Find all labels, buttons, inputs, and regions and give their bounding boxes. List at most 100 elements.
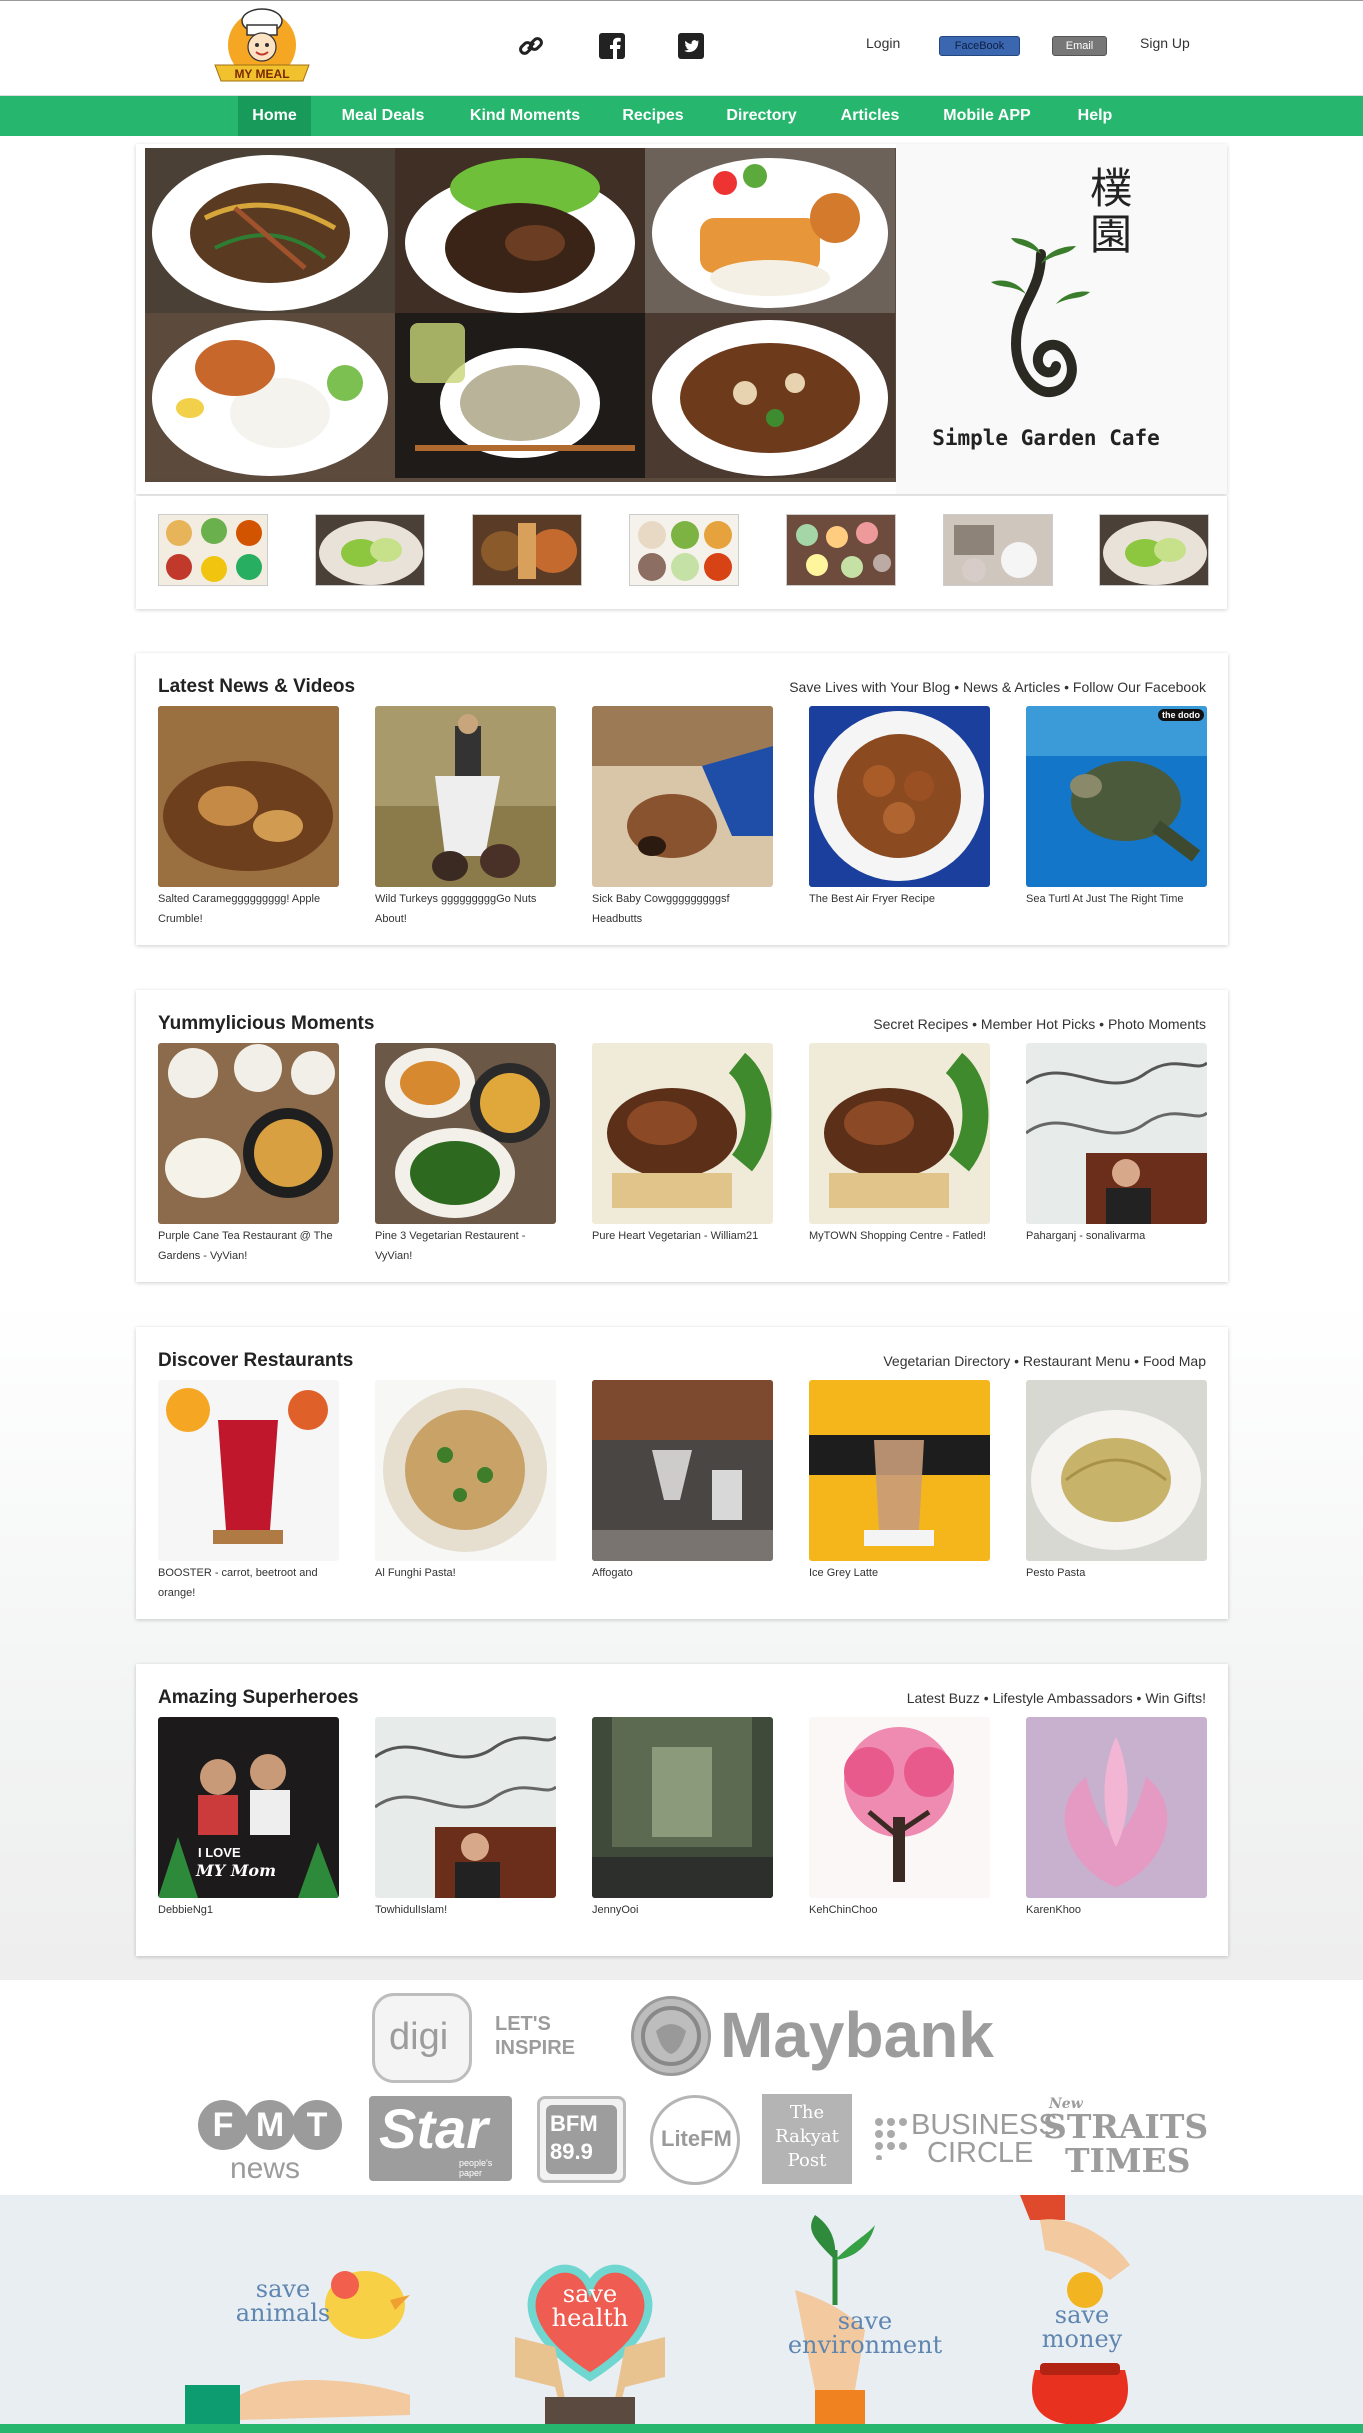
card-caption[interactable]: Pesto Pasta [1026, 1563, 1207, 1583]
nav-kind-moments[interactable]: Kind Moments [459, 96, 591, 136]
news-card[interactable]: Sick Baby Cowgggggggggsf Headbutts [592, 706, 773, 929]
hero-thumbnail[interactable] [158, 514, 268, 586]
card-image[interactable] [592, 1043, 773, 1224]
signup-link[interactable]: Sign Up [1140, 35, 1190, 51]
restaurant-card[interactable]: Ice Grey Latte [809, 1380, 990, 1583]
business-circle-logo[interactable]: BUSINESS CIRCLE [873, 2108, 1058, 2168]
twitter-icon[interactable] [674, 29, 708, 63]
digi-logo[interactable]: digi [372, 1993, 472, 2083]
restaurant-card[interactable]: Affogato [592, 1380, 773, 1583]
section-links[interactable]: Save Lives with Your Blog • News & Artic… [789, 679, 1206, 695]
facebook-icon[interactable] [595, 29, 629, 63]
restaurant-card[interactable]: Pesto Pasta [1026, 1380, 1207, 1583]
section-links[interactable]: Secret Recipes • Member Hot Picks • Phot… [873, 1016, 1206, 1032]
news-card[interactable]: Salted Carameggggggggg! Apple Crumble! [158, 706, 339, 929]
save-animals-text[interactable]: save animals [228, 2277, 338, 2325]
section-links[interactable]: Vegetarian Directory • Restaurant Menu •… [883, 1353, 1206, 1369]
save-money-text[interactable]: save money [1022, 2303, 1142, 2351]
card-image[interactable] [375, 1380, 556, 1561]
card-caption[interactable]: Sea Turtl At Just The Right Time [1026, 889, 1207, 909]
link-icon[interactable] [514, 29, 548, 63]
card-image[interactable] [809, 706, 990, 887]
card-caption[interactable]: BOOSTER - carrot, beetroot and orange! [158, 1563, 339, 1603]
card-caption[interactable]: JennyOoi [592, 1900, 773, 1920]
litefm-logo[interactable]: LiteFM [650, 2095, 740, 2185]
superhero-card[interactable]: TowhidulIslam! [375, 1717, 556, 1920]
card-image[interactable] [375, 1717, 556, 1898]
card-image[interactable] [809, 1043, 990, 1224]
card-caption[interactable]: Pure Heart Vegetarian - William21 [592, 1226, 773, 1246]
superhero-card[interactable]: JennyOoi [592, 1717, 773, 1920]
save-environment-text[interactable]: save environment [780, 2309, 950, 2357]
hero-thumbnail[interactable] [786, 514, 896, 586]
card-image[interactable] [809, 1717, 990, 1898]
nav-recipes[interactable]: Recipes [614, 96, 692, 136]
card-image[interactable] [1026, 1380, 1207, 1561]
card-caption[interactable]: Ice Grey Latte [809, 1563, 990, 1583]
card-caption[interactable]: DebbieNg1 [158, 1900, 339, 1920]
new-straits-times-logo[interactable]: New STRAITS TIMES [1043, 2096, 1208, 2184]
card-image[interactable] [158, 1043, 339, 1224]
superhero-card[interactable]: I LOVE MY Mom DebbieNg1 [158, 1717, 339, 1920]
nav-articles[interactable]: Articles [830, 96, 910, 136]
card-image[interactable]: the dodo [1026, 706, 1207, 887]
facebook-login-button[interactable]: FaceBook [939, 36, 1020, 56]
moment-card[interactable]: Paharganj - sonalivarma [1026, 1043, 1207, 1246]
moment-card[interactable]: Purple Cane Tea Restaurant @ The Gardens… [158, 1043, 339, 1266]
card-caption[interactable]: The Best Air Fryer Recipe [809, 889, 990, 909]
card-image[interactable] [592, 1717, 773, 1898]
card-caption[interactable]: Affogato [592, 1563, 773, 1583]
hero-banner[interactable]: 樸 園 Simple Garden Cafe [136, 144, 1227, 494]
login-link[interactable]: Login [866, 35, 900, 51]
hero-thumbnail[interactable] [315, 514, 425, 586]
the-star-logo[interactable]: Star people's paper [369, 2096, 512, 2181]
card-image[interactable]: I LOVE MY Mom [158, 1717, 339, 1898]
card-image[interactable] [1026, 1717, 1207, 1898]
moment-card[interactable]: Pure Heart Vegetarian - William21 [592, 1043, 773, 1246]
save-health-text[interactable]: save health [530, 2282, 650, 2330]
fmt-logo[interactable]: F M T [198, 2098, 346, 2160]
card-image[interactable] [375, 706, 556, 887]
nav-meal-deals[interactable]: Meal Deals [333, 96, 433, 136]
nav-home[interactable]: Home [238, 96, 311, 136]
email-login-button[interactable]: Email [1052, 36, 1107, 56]
card-image[interactable] [592, 706, 773, 887]
news-card[interactable]: the dodo Sea Turtl At Just The Right Tim… [1026, 706, 1207, 909]
card-caption[interactable]: Sick Baby Cowgggggggggsf Headbutts [592, 889, 773, 929]
card-caption[interactable]: Purple Cane Tea Restaurant @ The Gardens… [158, 1226, 339, 1266]
card-image[interactable] [809, 1380, 990, 1561]
card-caption[interactable]: TowhidulIslam! [375, 1900, 556, 1920]
my-meal-logo[interactable]: MY MEAL [205, 3, 320, 89]
moment-card[interactable]: Pine 3 Vegetarian Restaurent - VyVian! [375, 1043, 556, 1266]
restaurant-card[interactable]: BOOSTER - carrot, beetroot and orange! [158, 1380, 339, 1603]
card-caption[interactable]: Wild Turkeys gggggggggGo Nuts About! [375, 889, 556, 929]
hero-thumbnail[interactable] [943, 514, 1053, 586]
card-image[interactable] [158, 706, 339, 887]
superhero-card[interactable]: KarenKhoo [1026, 1717, 1207, 1920]
moment-card[interactable]: MyTOWN Shopping Centre - Fatled! [809, 1043, 990, 1246]
card-image[interactable] [375, 1043, 556, 1224]
nav-mobile-app[interactable]: Mobile APP [932, 96, 1042, 136]
hero-thumbnail[interactable] [629, 514, 739, 586]
card-caption[interactable]: Salted Carameggggggggg! Apple Crumble! [158, 889, 339, 929]
bfm-logo[interactable]: BFM 89.9 [537, 2096, 626, 2183]
maybank-text[interactable]: Maybank [720, 2000, 994, 2070]
hero-thumbnail[interactable] [1099, 514, 1209, 586]
superhero-card[interactable]: KehChinChoo [809, 1717, 990, 1920]
nav-directory[interactable]: Directory [715, 96, 808, 136]
card-caption[interactable]: MyTOWN Shopping Centre - Fatled! [809, 1226, 990, 1246]
card-image[interactable] [158, 1380, 339, 1561]
rakyat-post-logo[interactable]: The Rakyat Post [762, 2094, 852, 2184]
card-caption[interactable]: KarenKhoo [1026, 1900, 1207, 1920]
card-caption[interactable]: Pine 3 Vegetarian Restaurent - VyVian! [375, 1226, 556, 1266]
card-image[interactable] [1026, 1043, 1207, 1224]
card-caption[interactable]: Al Funghi Pasta! [375, 1563, 556, 1583]
section-links[interactable]: Latest Buzz • Lifestyle Ambassadors • Wi… [907, 1690, 1206, 1706]
restaurant-card[interactable]: Al Funghi Pasta! [375, 1380, 556, 1583]
card-image[interactable] [592, 1380, 773, 1561]
card-caption[interactable]: Paharganj - sonalivarma [1026, 1226, 1207, 1246]
news-card[interactable]: Wild Turkeys gggggggggGo Nuts About! [375, 706, 556, 929]
nav-help[interactable]: Help [1064, 96, 1126, 136]
hero-thumbnail[interactable] [472, 514, 582, 586]
card-caption[interactable]: KehChinChoo [809, 1900, 990, 1920]
